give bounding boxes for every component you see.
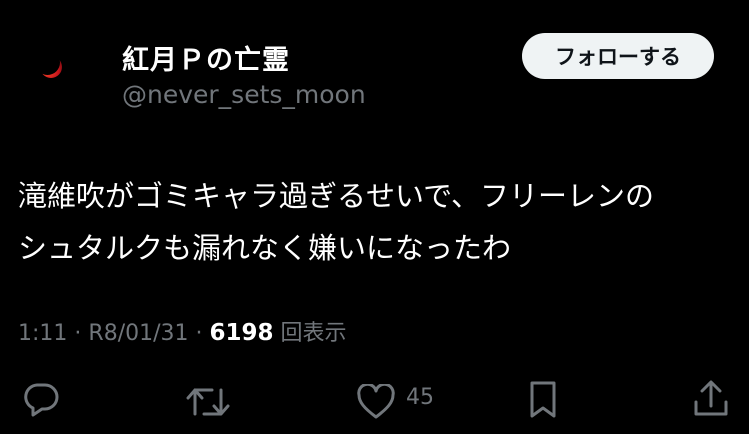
view-count: 6198 <box>209 320 274 346</box>
follow-button[interactable]: フォローする <box>522 33 714 79</box>
follow-button-label: フォローする <box>555 45 681 69</box>
tweet-line: 滝維吹がゴミキャラ過ぎるせいで、フリーレンの <box>18 179 654 213</box>
tweet-meta: 1:11 · R8/01/31 · 6198 回表示 <box>18 315 347 347</box>
reply-icon[interactable] <box>22 382 60 418</box>
share-icon[interactable] <box>692 378 730 420</box>
heart-icon[interactable] <box>356 384 396 420</box>
user-handle[interactable]: @never_sets_moon <box>122 80 366 109</box>
tweet-line: シュタルクも漏れなく嫌いになったわ <box>18 231 512 265</box>
moon-shadow <box>35 50 60 75</box>
bookmark-icon[interactable] <box>526 380 560 420</box>
avatar[interactable] <box>22 38 80 96</box>
like-count: 45 <box>406 385 434 410</box>
view-count-label: 回表示 <box>280 321 347 346</box>
retweet-icon[interactable] <box>186 384 230 420</box>
post-time[interactable]: 1:11 <box>18 321 67 346</box>
separator: · <box>195 321 203 346</box>
tweet-text: 滝維吹がゴミキャラ過ぎるせいで、フリーレンの シュタルクも漏れなく嫌いになったわ <box>18 170 740 274</box>
separator: · <box>74 321 82 346</box>
post-date[interactable]: R8/01/31 <box>88 321 188 346</box>
display-name[interactable]: 紅月Ｐの亡霊 <box>122 38 290 77</box>
